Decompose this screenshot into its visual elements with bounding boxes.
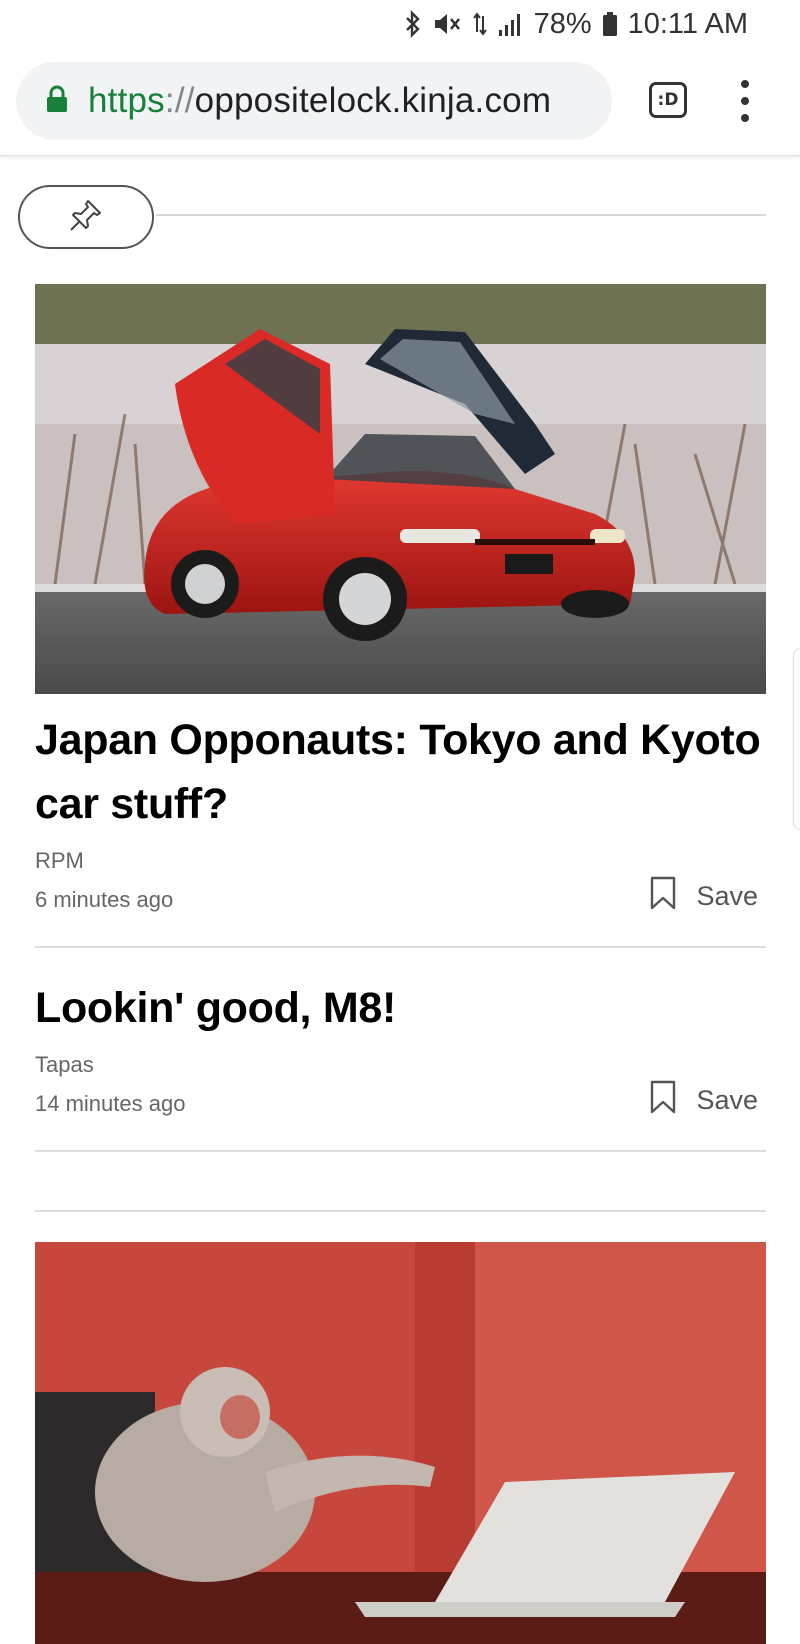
article-divider xyxy=(35,1150,766,1152)
bookmark-icon xyxy=(650,876,676,917)
clock: 10:11 AM xyxy=(627,7,748,40)
battery-percent: 78% xyxy=(533,7,592,40)
data-arrows-icon xyxy=(472,10,488,38)
mute-icon xyxy=(432,10,462,38)
save-button[interactable]: Save xyxy=(650,876,758,917)
section-divider xyxy=(156,214,766,216)
bookmark-icon xyxy=(650,1080,676,1121)
article-image[interactable] xyxy=(35,1242,766,1644)
pin-icon xyxy=(68,197,104,238)
url-text: https://oppositelock.kinja.com xyxy=(88,81,551,121)
save-button[interactable]: Save xyxy=(650,1080,758,1121)
save-label: Save xyxy=(696,881,758,911)
tab-count: :D xyxy=(657,90,679,110)
pinned-posts-button[interactable] xyxy=(18,185,154,249)
article-time: 6 minutes ago xyxy=(35,887,174,912)
url-host: oppositelock.kinja.com xyxy=(194,81,552,120)
article-title[interactable]: Japan Opponauts: Tokyo and Kyoto car stu… xyxy=(35,708,775,836)
article-title[interactable]: Lookin' good, M8! xyxy=(35,980,775,1036)
lock-icon xyxy=(46,85,68,118)
tab-switcher-button[interactable]: :D xyxy=(649,82,687,118)
url-scheme: https xyxy=(88,81,165,120)
signal-icon xyxy=(498,10,524,38)
status-icons: 78% 10:11 AM xyxy=(404,6,748,42)
article-divider xyxy=(35,946,766,948)
article-author[interactable]: Tapas xyxy=(35,1052,94,1078)
bluetooth-icon xyxy=(404,10,422,38)
menu-dot xyxy=(741,114,749,122)
article-image[interactable] xyxy=(35,284,766,694)
browser-toolbar: https://oppositelock.kinja.com :D xyxy=(0,48,800,156)
section-divider xyxy=(35,1210,766,1212)
url-separator: :// xyxy=(164,81,195,120)
menu-dot xyxy=(741,80,749,88)
save-label: Save xyxy=(696,1085,758,1115)
menu-dot xyxy=(741,97,749,105)
article-author[interactable]: RPM xyxy=(35,848,84,874)
battery-icon xyxy=(602,10,618,38)
status-bar: 78% 10:11 AM xyxy=(0,0,800,48)
article-time: 14 minutes ago xyxy=(35,1091,186,1116)
overflow-menu-button[interactable] xyxy=(735,80,755,122)
address-bar[interactable]: https://oppositelock.kinja.com xyxy=(16,62,612,140)
side-drawer-handle[interactable] xyxy=(793,648,800,830)
